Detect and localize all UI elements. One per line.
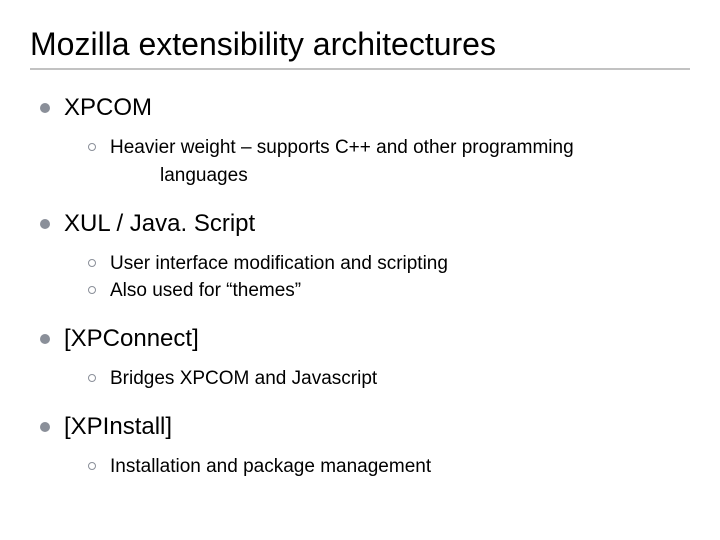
sub-list-item-continuation: languages bbox=[88, 164, 690, 188]
title-divider bbox=[30, 68, 690, 70]
bullet-icon bbox=[40, 219, 50, 229]
sub-list-item-text: Also used for “themes” bbox=[110, 279, 301, 303]
list-item: XPCOM Heavier weight – supports C++ and … bbox=[40, 94, 690, 188]
sub-list-item-text: Heavier weight – supports C++ and other … bbox=[110, 136, 574, 160]
list-item-label: XUL / Java. Script bbox=[64, 210, 255, 238]
list-item-label: [XPInstall] bbox=[64, 413, 172, 441]
sub-list-item-text: Bridges XPCOM and Javascript bbox=[110, 367, 377, 391]
circle-bullet-icon bbox=[88, 374, 96, 382]
list-item: [XPInstall] Installation and package man… bbox=[40, 413, 690, 479]
sub-list-item: Heavier weight – supports C++ and other … bbox=[88, 136, 690, 160]
slide-body: XPCOM Heavier weight – supports C++ and … bbox=[30, 94, 690, 479]
circle-bullet-icon bbox=[88, 286, 96, 294]
bullet-icon bbox=[40, 334, 50, 344]
list-item-label: XPCOM bbox=[64, 94, 152, 122]
bullet-icon bbox=[40, 422, 50, 432]
bullet-icon bbox=[40, 103, 50, 113]
circle-bullet-icon bbox=[88, 462, 96, 470]
sub-list-item: User interface modification and scriptin… bbox=[88, 252, 690, 276]
circle-bullet-icon bbox=[88, 143, 96, 151]
slide-title: Mozilla extensibility architectures bbox=[30, 26, 690, 63]
sub-list-item-text: Installation and package management bbox=[110, 455, 431, 479]
sub-list-item: Also used for “themes” bbox=[88, 279, 690, 303]
sub-list-item: Installation and package management bbox=[88, 455, 690, 479]
sub-list-item-text: User interface modification and scriptin… bbox=[110, 252, 448, 276]
list-item-label: [XPConnect] bbox=[64, 325, 199, 353]
list-item: [XPConnect] Bridges XPCOM and Javascript bbox=[40, 325, 690, 391]
circle-bullet-icon bbox=[88, 259, 96, 267]
list-item: XUL / Java. Script User interface modifi… bbox=[40, 210, 690, 304]
sub-list-item: Bridges XPCOM and Javascript bbox=[88, 367, 690, 391]
